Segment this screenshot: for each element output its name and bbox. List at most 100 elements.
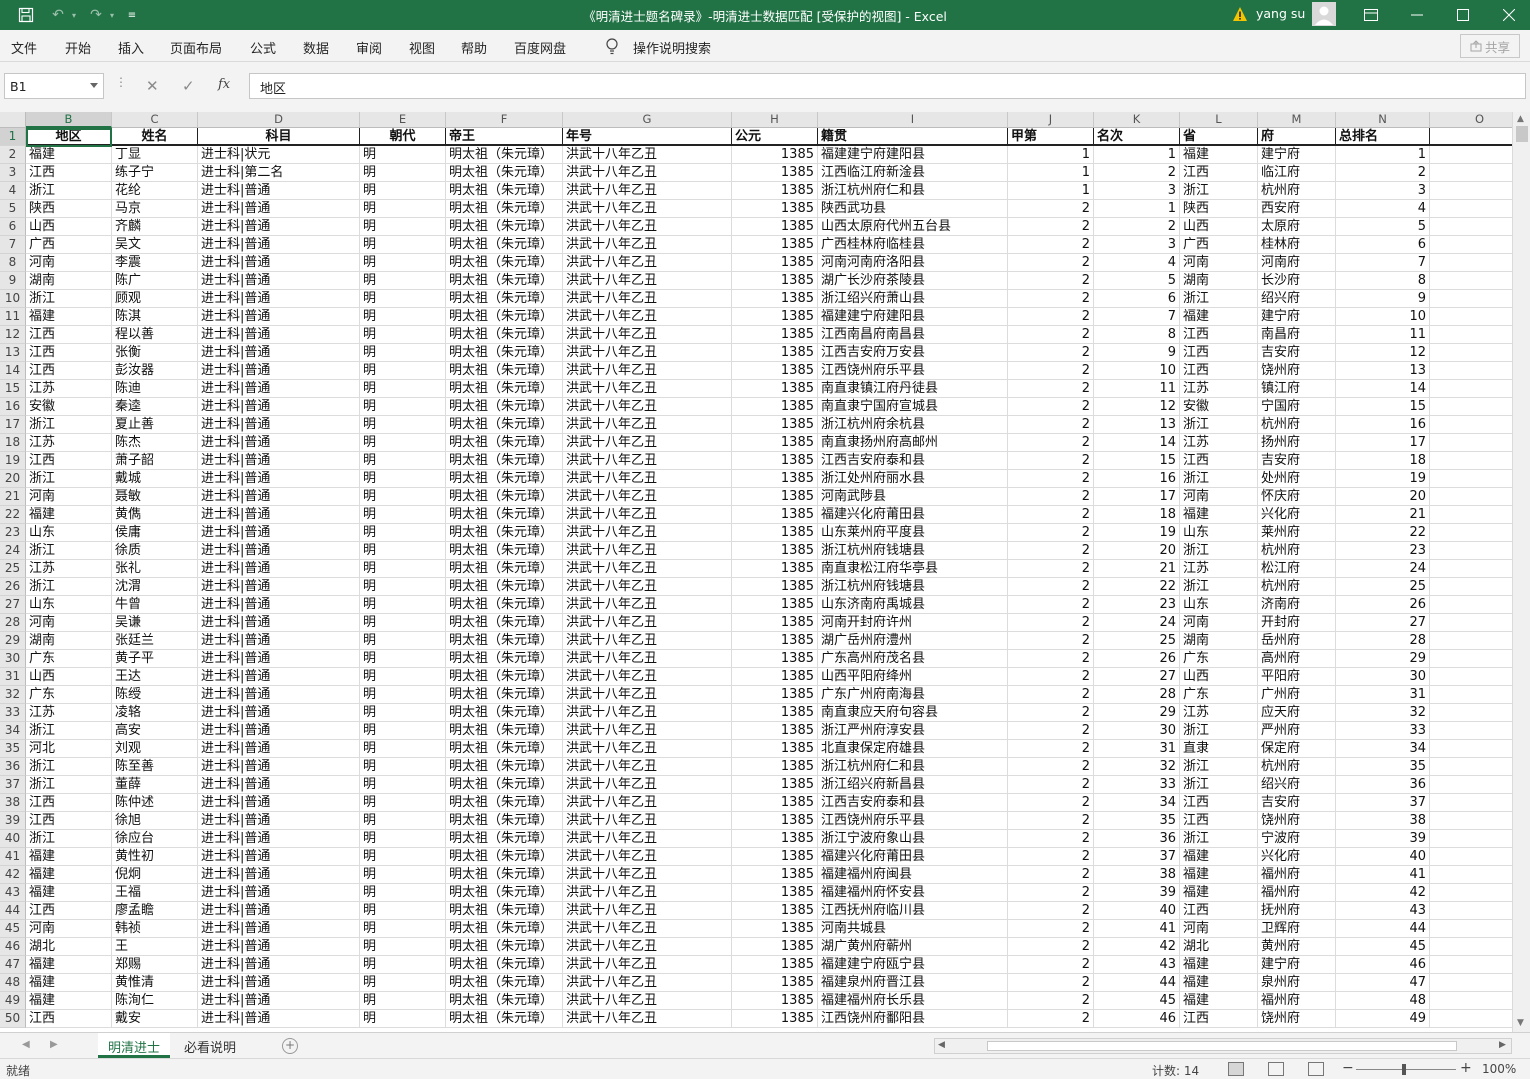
cell[interactable]: 明 bbox=[360, 596, 446, 614]
cell[interactable]: 江西 bbox=[26, 902, 112, 920]
customize-toolbar-icon[interactable]: ≡ bbox=[124, 4, 140, 26]
cell[interactable]: 1385 bbox=[732, 776, 818, 794]
cell[interactable]: 21 bbox=[1094, 560, 1180, 578]
cell[interactable]: 22 bbox=[1336, 524, 1430, 542]
cell[interactable]: 明 bbox=[360, 848, 446, 866]
cell[interactable]: 杭州府 bbox=[1258, 578, 1336, 596]
row-header[interactable]: 1 bbox=[0, 128, 26, 146]
page-layout-view-icon[interactable] bbox=[1268, 1062, 1284, 1076]
cell[interactable]: 直隶 bbox=[1180, 740, 1258, 758]
cell[interactable]: 2 bbox=[1008, 542, 1094, 560]
row-header[interactable]: 44 bbox=[0, 902, 26, 920]
cell[interactable]: 2 bbox=[1008, 506, 1094, 524]
cell[interactable]: 明太祖（朱元璋） bbox=[446, 218, 563, 236]
row-header[interactable]: 25 bbox=[0, 560, 26, 578]
cell[interactable]: 19 bbox=[1336, 470, 1430, 488]
cell[interactable]: 浙江 bbox=[1180, 830, 1258, 848]
cell[interactable]: 南昌府 bbox=[1258, 326, 1336, 344]
cell[interactable]: 15 bbox=[1094, 452, 1180, 470]
cell[interactable]: 3 bbox=[1094, 182, 1180, 200]
cell[interactable]: 江西 bbox=[1180, 326, 1258, 344]
cell[interactable]: 福建 bbox=[26, 506, 112, 524]
horizontal-scroll-thumb[interactable] bbox=[987, 1041, 1457, 1051]
cell[interactable]: 浙江 bbox=[26, 758, 112, 776]
cell[interactable]: 明 bbox=[360, 938, 446, 956]
cell[interactable]: 程以善 bbox=[112, 326, 198, 344]
cell[interactable]: 1385 bbox=[732, 812, 818, 830]
cell[interactable]: 30 bbox=[1336, 668, 1430, 686]
cell[interactable]: 洪武十八年乙丑 bbox=[563, 686, 732, 704]
cell[interactable]: 河南 bbox=[1180, 920, 1258, 938]
cell[interactable]: 建宁府 bbox=[1258, 956, 1336, 974]
cell[interactable]: 镇江府 bbox=[1258, 380, 1336, 398]
cell[interactable]: 1385 bbox=[732, 578, 818, 596]
cell[interactable]: 张礼 bbox=[112, 560, 198, 578]
cell[interactable]: 山西 bbox=[26, 668, 112, 686]
column-header-i[interactable]: I bbox=[818, 112, 1008, 128]
cell[interactable]: 2 bbox=[1008, 830, 1094, 848]
cell[interactable]: 严州府 bbox=[1258, 722, 1336, 740]
cell[interactable]: 进士科|普通 bbox=[198, 704, 360, 722]
cell[interactable]: 明太祖（朱元璋） bbox=[446, 290, 563, 308]
cell[interactable]: 进士科|普通 bbox=[198, 362, 360, 380]
cell[interactable]: 江西 bbox=[26, 344, 112, 362]
cell[interactable]: 江西 bbox=[26, 326, 112, 344]
cell[interactable]: 2 bbox=[1008, 902, 1094, 920]
row-header[interactable]: 4 bbox=[0, 182, 26, 200]
cell[interactable]: 明太祖（朱元璋） bbox=[446, 416, 563, 434]
row-header[interactable]: 10 bbox=[0, 290, 26, 308]
cell[interactable]: 明太祖（朱元璋） bbox=[446, 974, 563, 992]
cell[interactable]: 34 bbox=[1094, 794, 1180, 812]
formula-input[interactable]: 地区 bbox=[249, 73, 1526, 99]
cell[interactable]: 33 bbox=[1094, 776, 1180, 794]
cell[interactable]: 1385 bbox=[732, 866, 818, 884]
cell[interactable]: 洪武十八年乙丑 bbox=[563, 830, 732, 848]
cell[interactable]: 1385 bbox=[732, 920, 818, 938]
cell[interactable]: 进士科|普通 bbox=[198, 380, 360, 398]
cell[interactable]: 福建 bbox=[1180, 956, 1258, 974]
cell[interactable]: 进士科|普通 bbox=[198, 326, 360, 344]
cell[interactable]: 明 bbox=[360, 722, 446, 740]
cell[interactable]: 进士科|普通 bbox=[198, 272, 360, 290]
cell[interactable]: 进士科|普通 bbox=[198, 596, 360, 614]
cell[interactable]: 河南 bbox=[1180, 488, 1258, 506]
cell[interactable]: 明太祖（朱元璋） bbox=[446, 146, 563, 164]
cell[interactable]: 1385 bbox=[732, 884, 818, 902]
cell[interactable]: 南直隶镇江府丹徒县 bbox=[818, 380, 1008, 398]
row-header[interactable]: 36 bbox=[0, 758, 26, 776]
cell[interactable]: 江西饶州府乐平县 bbox=[818, 812, 1008, 830]
cell[interactable]: 江西 bbox=[1180, 452, 1258, 470]
cell[interactable]: 2 bbox=[1008, 488, 1094, 506]
cell[interactable]: 20 bbox=[1094, 542, 1180, 560]
cell[interactable]: 江西 bbox=[1180, 812, 1258, 830]
more-options-icon[interactable]: ⋮ bbox=[115, 75, 127, 89]
cell[interactable]: 明 bbox=[360, 884, 446, 902]
sheet-next-icon[interactable]: ▶ bbox=[50, 1039, 58, 1050]
cell[interactable]: 13 bbox=[1094, 416, 1180, 434]
cell[interactable]: 明 bbox=[360, 362, 446, 380]
cell[interactable]: 洪武十八年乙丑 bbox=[563, 506, 732, 524]
cell[interactable]: 43 bbox=[1336, 902, 1430, 920]
cell[interactable]: 明 bbox=[360, 416, 446, 434]
cell[interactable]: 洪武十八年乙丑 bbox=[563, 434, 732, 452]
cell[interactable]: 1385 bbox=[732, 974, 818, 992]
cell[interactable]: 明 bbox=[360, 290, 446, 308]
cell[interactable]: 2 bbox=[1008, 578, 1094, 596]
cell[interactable]: 1385 bbox=[732, 560, 818, 578]
cell[interactable]: 1385 bbox=[732, 470, 818, 488]
cell[interactable]: 江西抚州府临川县 bbox=[818, 902, 1008, 920]
cell[interactable]: 23 bbox=[1094, 596, 1180, 614]
cell[interactable]: 黄子平 bbox=[112, 650, 198, 668]
cell[interactable]: 明 bbox=[360, 308, 446, 326]
cell[interactable]: 1385 bbox=[732, 308, 818, 326]
cell[interactable]: 明太祖（朱元璋） bbox=[446, 668, 563, 686]
row-header[interactable]: 15 bbox=[0, 380, 26, 398]
cell[interactable]: 明太祖（朱元璋） bbox=[446, 542, 563, 560]
cell[interactable]: 明太祖（朱元璋） bbox=[446, 596, 563, 614]
cell[interactable]: 广东高州府茂名县 bbox=[818, 650, 1008, 668]
cell[interactable]: 李震 bbox=[112, 254, 198, 272]
cell[interactable]: 洪武十八年乙丑 bbox=[563, 632, 732, 650]
cell[interactable]: 福建 bbox=[1180, 974, 1258, 992]
cell[interactable]: 洪武十八年乙丑 bbox=[563, 992, 732, 1010]
tab-file[interactable]: 文件 bbox=[11, 38, 37, 57]
